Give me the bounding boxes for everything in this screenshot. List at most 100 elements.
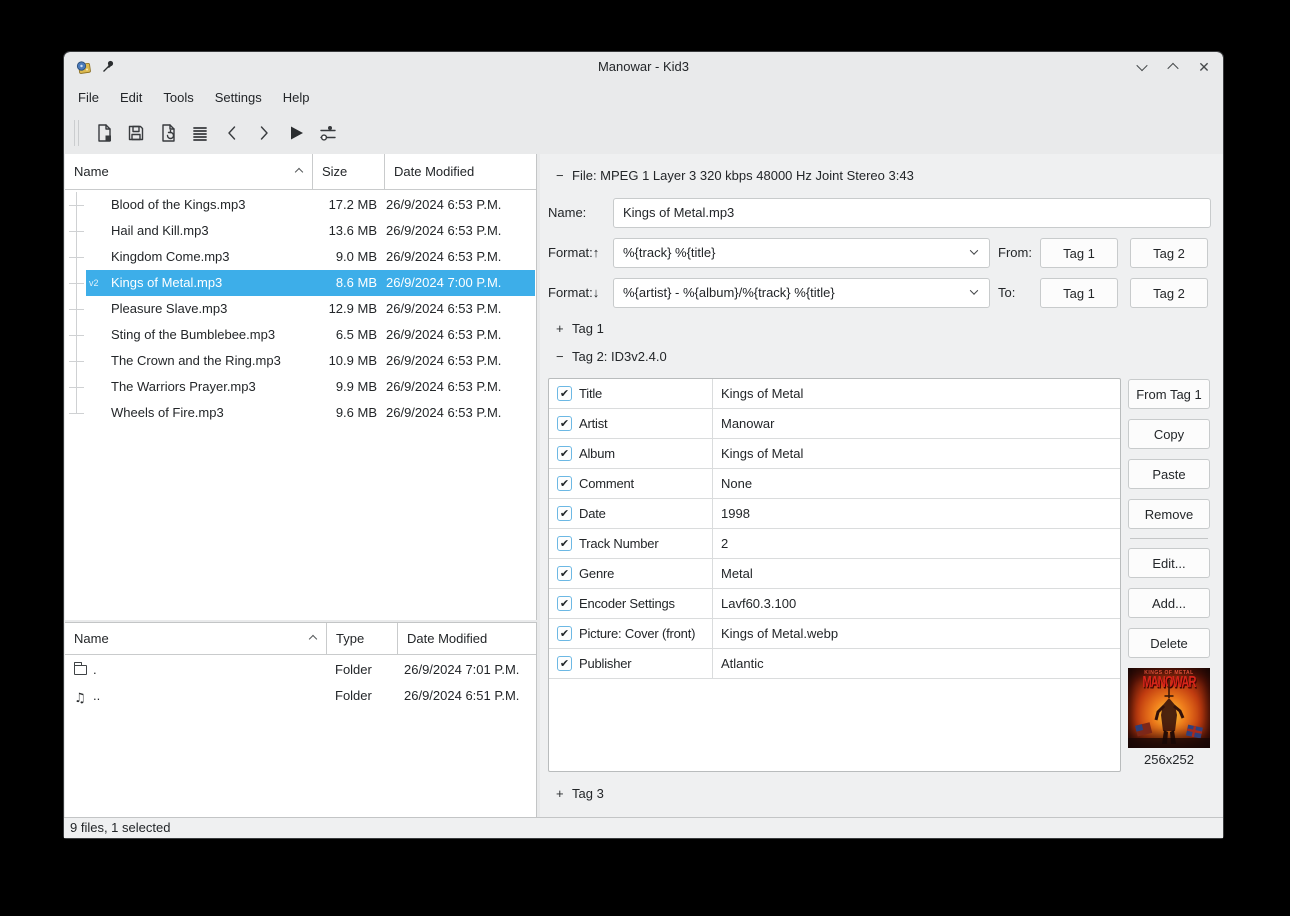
previous-file-button[interactable]	[216, 118, 248, 148]
frame-value-cell[interactable]: Kings of Metal	[721, 439, 1116, 469]
file-row[interactable]: Hail and Kill.mp3 13.6 MB 26/9/2024 6:53…	[65, 218, 535, 244]
menu-help[interactable]: Help	[278, 87, 315, 108]
play-button[interactable]	[280, 118, 312, 148]
file-size: 6.5 MB	[305, 322, 377, 348]
file-name: The Warriors Prayer.mp3	[111, 374, 256, 400]
frame-value-cell[interactable]: 2	[721, 529, 1116, 559]
folder-list-header-type[interactable]: Type	[327, 623, 397, 654]
file-list-header-size[interactable]: Size	[313, 154, 384, 189]
file-size: 12.9 MB	[305, 296, 377, 322]
folder-list-header-date[interactable]: Date Modified	[398, 623, 536, 654]
to-tag2-button[interactable]: Tag 2	[1130, 278, 1208, 308]
file-list-header-date[interactable]: Date Modified	[385, 154, 536, 189]
frame-checkbox[interactable]	[557, 536, 572, 551]
file-size: 13.6 MB	[305, 218, 377, 244]
file-date-modified: 26/9/2024 6:53 P.M.	[386, 244, 501, 270]
window-title: Manowar - Kid3	[64, 52, 1223, 82]
frame-checkbox[interactable]	[557, 386, 572, 401]
frame-field-name: Title	[579, 379, 602, 409]
maximize-button[interactable]	[1162, 56, 1184, 78]
menu-settings[interactable]: Settings	[210, 87, 267, 108]
frame-value-cell[interactable]: Kings of Metal.webp	[721, 619, 1116, 649]
frame-checkbox[interactable]	[557, 476, 572, 491]
frame-value-cell[interactable]: None	[721, 469, 1116, 499]
frame-checkbox[interactable]	[557, 596, 572, 611]
tag3-section-header[interactable]: + Tag 3	[556, 786, 604, 801]
file-size: 9.6 MB	[305, 400, 377, 426]
file-list-header-name[interactable]: Name	[65, 154, 312, 189]
revert-button[interactable]	[152, 118, 184, 148]
select-all-button[interactable]	[184, 118, 216, 148]
file-row[interactable]: Kingdom Come.mp3 9.0 MB 26/9/2024 6:53 P…	[65, 244, 535, 270]
file-name: Kings of Metal.mp3	[111, 270, 222, 296]
next-file-button[interactable]	[248, 118, 280, 148]
minimize-button[interactable]	[1131, 56, 1153, 78]
menu-edit[interactable]: Edit	[115, 87, 147, 108]
folder-row-icon	[74, 685, 86, 712]
file-row[interactable]: Wheels of Fire.mp3 9.6 MB 26/9/2024 6:53…	[65, 400, 535, 426]
file-size: 10.9 MB	[305, 348, 377, 374]
to-tag1-button[interactable]: Tag 1	[1040, 278, 1118, 308]
folder-row[interactable]: .. Folder 26/9/2024 6:51 P.M.	[65, 683, 535, 709]
tag2-frame-row: Artist Manowar	[549, 409, 1120, 439]
edit-button[interactable]: Edit...	[1128, 548, 1210, 578]
frame-value-cell[interactable]: Lavf60.3.100	[721, 589, 1116, 619]
menu-file[interactable]: File	[73, 87, 104, 108]
file-name: Kingdom Come.mp3	[111, 244, 230, 270]
file-date-modified: 26/9/2024 6:53 P.M.	[386, 374, 501, 400]
paste-button[interactable]: Paste	[1128, 459, 1210, 489]
folder-list-header-name[interactable]: Name	[65, 623, 326, 654]
tag2-frame-row: Comment None	[549, 469, 1120, 499]
file-row[interactable]: Pleasure Slave.mp3 12.9 MB 26/9/2024 6:5…	[65, 296, 535, 322]
frame-value-cell[interactable]: 1998	[721, 499, 1116, 529]
folder-name: .	[93, 657, 97, 683]
file-section-header[interactable]: − File: MPEG 1 Layer 3 320 kbps 48000 Hz…	[556, 168, 914, 183]
format-to-filename-combo[interactable]: %{artist} - %{album}/%{track} %{title}	[613, 278, 990, 308]
frame-value-cell[interactable]: Metal	[721, 559, 1116, 589]
close-button[interactable]: ✕	[1193, 56, 1215, 78]
album-cover-thumbnail[interactable]: KINGS OF METAL MANOWAR	[1128, 668, 1210, 748]
revert-icon	[157, 122, 179, 144]
copy-button[interactable]: Copy	[1128, 419, 1210, 449]
folder-date-modified: 26/9/2024 7:01 P.M.	[404, 657, 519, 683]
file-size: 17.2 MB	[305, 192, 377, 218]
folder-type: Folder	[335, 657, 372, 683]
save-button[interactable]	[120, 118, 152, 148]
frame-value-cell[interactable]: Manowar	[721, 409, 1116, 439]
file-date-modified: 26/9/2024 6:53 P.M.	[386, 218, 501, 244]
delete-button[interactable]: Delete	[1128, 628, 1210, 658]
from-tag1-button[interactable]: From Tag 1	[1128, 379, 1210, 409]
file-row[interactable]: v2 Kings of Metal.mp3 8.6 MB 26/9/2024 7…	[65, 270, 535, 296]
frame-checkbox[interactable]	[557, 506, 572, 521]
chevron-down-icon	[970, 246, 978, 254]
number-tracks-button[interactable]	[312, 118, 344, 148]
frame-checkbox[interactable]	[557, 416, 572, 431]
format-from-filename-combo[interactable]: %{track} %{title}	[613, 238, 990, 268]
tag2-section-header[interactable]: − Tag 2: ID3v2.4.0	[556, 349, 667, 364]
menu-tools[interactable]: Tools	[158, 87, 198, 108]
file-row[interactable]: Blood of the Kings.mp3 17.2 MB 26/9/2024…	[65, 192, 535, 218]
frame-field-name: Genre	[579, 559, 614, 589]
filename-input[interactable]: Kings of Metal.mp3	[613, 198, 1211, 228]
file-name: Wheels of Fire.mp3	[111, 400, 224, 426]
next-file-icon	[253, 122, 275, 144]
folder-row[interactable]: . Folder 26/9/2024 7:01 P.M.	[65, 657, 535, 683]
open-file-button[interactable]	[88, 118, 120, 148]
frame-value-cell[interactable]: Kings of Metal	[721, 379, 1116, 409]
from-tag1-filename-button[interactable]: Tag 1	[1040, 238, 1118, 268]
frame-checkbox[interactable]	[557, 626, 572, 641]
frame-field-name: Album	[579, 439, 615, 469]
file-row[interactable]: Sting of the Bumblebee.mp3 6.5 MB 26/9/2…	[65, 322, 535, 348]
file-row[interactable]: The Crown and the Ring.mp3 10.9 MB 26/9/…	[65, 348, 535, 374]
from-tag2-filename-button[interactable]: Tag 2	[1130, 238, 1208, 268]
frame-checkbox[interactable]	[557, 566, 572, 581]
toolbar-drag-handle[interactable]	[74, 120, 79, 146]
remove-button[interactable]: Remove	[1128, 499, 1210, 529]
frame-checkbox[interactable]	[557, 446, 572, 461]
frame-value-cell[interactable]: Atlantic	[721, 649, 1116, 679]
file-row[interactable]: The Warriors Prayer.mp3 9.9 MB 26/9/2024…	[65, 374, 535, 400]
add-button[interactable]: Add...	[1128, 588, 1210, 618]
file-size: 9.0 MB	[305, 244, 377, 270]
tag1-section-header[interactable]: + Tag 1	[556, 321, 604, 336]
frame-checkbox[interactable]	[557, 656, 572, 671]
